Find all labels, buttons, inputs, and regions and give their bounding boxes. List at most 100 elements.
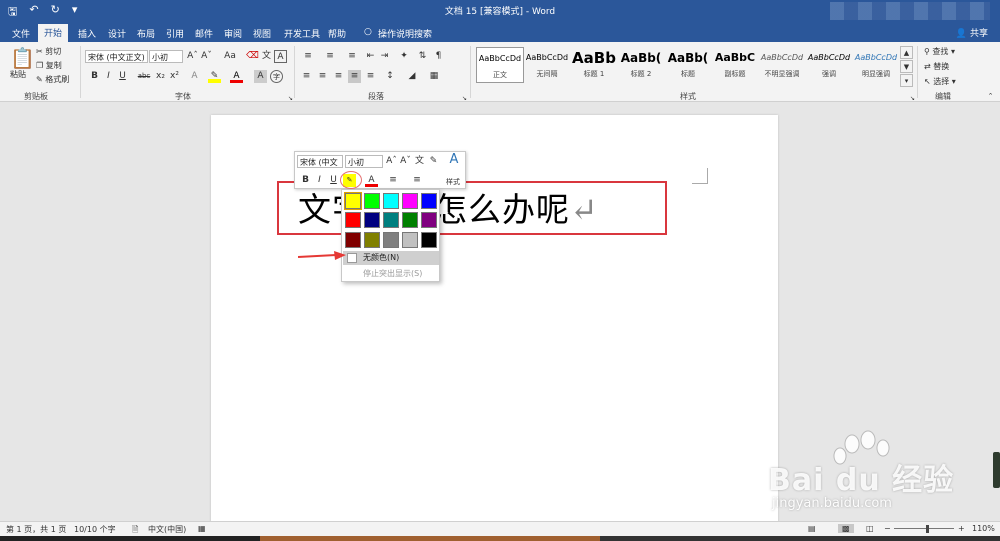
- change-case-icon[interactable]: Aa: [220, 50, 240, 63]
- underline-icon[interactable]: U: [116, 70, 129, 83]
- read-mode-icon[interactable]: ▤: [808, 524, 816, 533]
- page-count[interactable]: 第 1 页，共 1 页: [6, 524, 66, 535]
- show-marks-icon[interactable]: ¶: [432, 50, 445, 63]
- collapse-ribbon-icon[interactable]: ⌃: [984, 90, 997, 103]
- word-count[interactable]: 10/10 个字: [74, 524, 116, 535]
- superscript-icon[interactable]: x²: [168, 70, 181, 83]
- mini-font-color-icon[interactable]: A: [365, 174, 378, 187]
- color-swatch[interactable]: [364, 193, 380, 209]
- macro-icon[interactable]: ▦: [198, 524, 206, 533]
- share-button[interactable]: 👤 共享: [956, 26, 988, 39]
- mini-styles-icon[interactable]: A: [445, 153, 463, 166]
- tell-me-search[interactable]: 操作说明搜索: [372, 25, 438, 42]
- sort-icon[interactable]: ⇅: [416, 50, 429, 63]
- style-heading-1[interactable]: AaBb 标题 1: [570, 47, 618, 83]
- style-subtle-emphasis[interactable]: AaBbCcDd 不明显强调: [758, 47, 806, 83]
- strikethrough-icon[interactable]: abc: [136, 70, 152, 83]
- tab-view[interactable]: 视图: [247, 25, 277, 42]
- grow-font-icon[interactable]: Aˆ: [186, 50, 199, 63]
- tab-review[interactable]: 审阅: [218, 25, 248, 42]
- mini-underline-icon[interactable]: U: [327, 174, 340, 187]
- font-color-icon[interactable]: A: [230, 70, 243, 83]
- color-swatch[interactable]: [344, 192, 362, 210]
- side-widget[interactable]: [993, 452, 1000, 488]
- style-intense-emphasis[interactable]: AaBbCcDd 明显强调: [852, 47, 900, 83]
- mini-phonetic-icon[interactable]: 文: [413, 155, 426, 168]
- print-layout-icon[interactable]: ▩: [838, 524, 854, 533]
- color-swatch[interactable]: [364, 232, 380, 248]
- paste-icon[interactable]: 📋: [10, 46, 35, 70]
- char-shading-icon[interactable]: A: [254, 70, 267, 83]
- mini-grow-font-icon[interactable]: Aˆ: [385, 155, 398, 168]
- style-normal[interactable]: AaBbCcDd 正文: [476, 47, 524, 83]
- style-heading-2[interactable]: AaBb(标题 2: [617, 47, 665, 83]
- style-emphasis[interactable]: AaBbCcDd 强调: [805, 47, 853, 83]
- zoom-in-icon[interactable]: +: [958, 524, 965, 533]
- text-effects-icon[interactable]: A: [188, 70, 201, 83]
- paste-label[interactable]: 粘贴: [10, 69, 26, 80]
- font-name-combo[interactable]: 宋体 (中文正文): [85, 50, 148, 63]
- italic-icon[interactable]: I: [102, 70, 115, 83]
- zoom-out-icon[interactable]: −: [884, 524, 891, 533]
- numbering-icon[interactable]: ≡: [322, 50, 338, 63]
- mini-italic-icon[interactable]: I: [313, 174, 326, 187]
- tab-developer[interactable]: 开发工具: [278, 25, 326, 42]
- mini-format-painter-icon[interactable]: ✎: [427, 155, 440, 168]
- font-size-combo[interactable]: 小初: [149, 50, 183, 63]
- justify-icon[interactable]: ≡: [348, 70, 361, 83]
- color-swatch[interactable]: [364, 212, 380, 228]
- color-swatch[interactable]: [402, 212, 418, 228]
- increase-indent-icon[interactable]: ⇥: [378, 50, 391, 63]
- stop-highlight-menu-item[interactable]: 停止突出显示(S): [343, 267, 439, 281]
- shading-icon[interactable]: ◢: [404, 70, 420, 83]
- style-no-spacing[interactable]: AaBbCcDd 无间隔: [523, 47, 571, 83]
- enclose-char-icon[interactable]: 字: [270, 70, 283, 83]
- decrease-indent-icon[interactable]: ⇤: [364, 50, 377, 63]
- styles-more-icon[interactable]: ▾: [900, 74, 913, 87]
- color-swatch[interactable]: [421, 232, 437, 248]
- tab-layout[interactable]: 布局: [131, 25, 161, 42]
- style-subtitle[interactable]: AaBbC 副标题: [711, 47, 759, 83]
- copy-button[interactable]: ❐ 复制: [36, 60, 62, 71]
- bullets-icon[interactable]: ≡: [300, 50, 316, 63]
- bold-icon[interactable]: B: [88, 70, 101, 83]
- clear-format-icon[interactable]: ⌫: [246, 50, 259, 63]
- distributed-icon[interactable]: ≡: [364, 70, 377, 83]
- color-swatch[interactable]: [402, 232, 418, 248]
- tab-help[interactable]: 帮助: [322, 25, 352, 42]
- language[interactable]: 中文(中国): [148, 524, 186, 535]
- color-swatch[interactable]: [421, 212, 437, 228]
- mini-font-size-combo[interactable]: 小初: [345, 155, 383, 168]
- shrink-font-icon[interactable]: Aˇ: [200, 50, 213, 63]
- replace-button[interactable]: ⇄ 替换: [924, 61, 949, 72]
- multilevel-list-icon[interactable]: ≡: [344, 50, 360, 63]
- line-spacing-icon[interactable]: ↕: [382, 70, 398, 83]
- mini-shrink-font-icon[interactable]: Aˇ: [399, 155, 412, 168]
- tab-insert[interactable]: 插入: [72, 25, 102, 42]
- tab-home[interactable]: 开始: [38, 24, 69, 42]
- zoom-slider[interactable]: [894, 528, 954, 529]
- color-swatch[interactable]: [383, 212, 399, 228]
- tab-design[interactable]: 设计: [102, 25, 132, 42]
- borders-icon[interactable]: ▦: [426, 70, 442, 83]
- char-border-icon[interactable]: A: [274, 50, 287, 63]
- align-left-icon[interactable]: ≡: [300, 70, 313, 83]
- color-swatch[interactable]: [383, 193, 399, 209]
- styles-scroll-down-icon[interactable]: ▼: [900, 60, 913, 73]
- styles-scroll-up-icon[interactable]: ▲: [900, 46, 913, 59]
- zoom-slider-thumb[interactable]: [926, 525, 929, 533]
- color-swatch[interactable]: [345, 232, 361, 248]
- chinese-layout-icon[interactable]: ✦: [396, 50, 412, 63]
- align-center-icon[interactable]: ≡: [316, 70, 329, 83]
- highlight-icon[interactable]: ✎: [208, 70, 221, 83]
- tab-file[interactable]: 文件: [6, 25, 36, 42]
- subscript-icon[interactable]: x₂: [154, 70, 167, 83]
- find-button[interactable]: ⚲ 查找 ▾: [924, 46, 955, 57]
- phonetic-icon[interactable]: 文: [260, 50, 273, 63]
- color-swatch[interactable]: [345, 212, 361, 228]
- zoom-level[interactable]: 110%: [972, 524, 995, 533]
- no-color-menu-item[interactable]: 无颜色(N): [343, 251, 439, 265]
- cut-button[interactable]: ✂ 剪切: [36, 46, 61, 57]
- tab-references[interactable]: 引用: [160, 25, 190, 42]
- style-title[interactable]: AaBb(标题: [664, 47, 712, 83]
